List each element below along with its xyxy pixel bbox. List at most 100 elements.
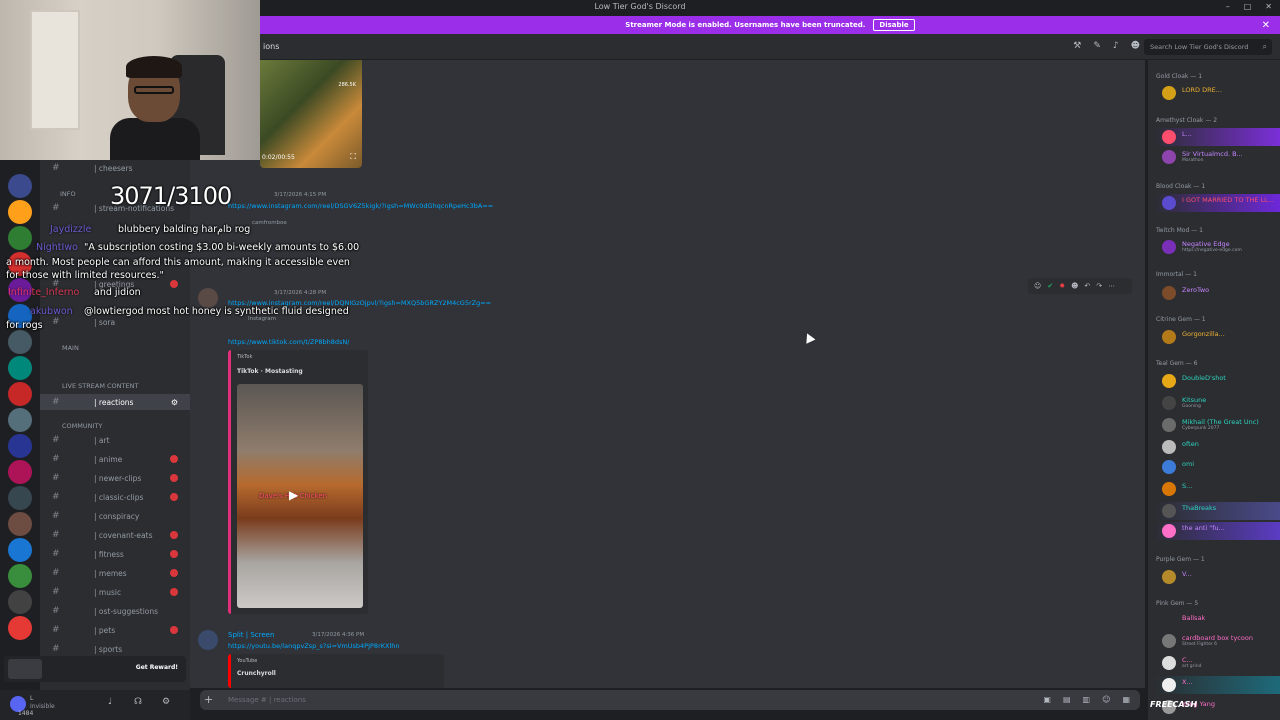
server-icon[interactable] — [8, 382, 32, 406]
channel-sports[interactable]: # | sports — [40, 641, 190, 657]
minimize-icon[interactable]: – — [1226, 2, 1230, 11]
instagram-embed-video[interactable]: 286.5K 0:02/00:55 ⛶ — [260, 60, 362, 168]
message-timestamp: 3/17/2026 4:15 PM — [274, 192, 327, 198]
member-item[interactable]: omi — [1154, 458, 1280, 476]
server-icon[interactable] — [8, 616, 32, 640]
message-link[interactable]: https://www.instagram.com/reel/DSGV6Z5ki… — [228, 202, 493, 210]
member-item[interactable]: often — [1154, 438, 1280, 456]
members-icon[interactable]: ☻ — [1131, 41, 1140, 51]
member-item[interactable]: Negative Edge https://negative-edge.com — [1154, 238, 1280, 256]
gif-icon[interactable]: ▤ — [1063, 695, 1071, 704]
category-live[interactable]: LIVE STREAM CONTENT — [62, 382, 138, 390]
channel-ost-suggestions[interactable]: # | ost-suggestions — [40, 603, 190, 619]
member-item[interactable]: Kitsune Gooning — [1154, 394, 1280, 412]
member-item[interactable]: Sir Virtualmcd. B... Marathon — [1154, 148, 1280, 166]
member-item[interactable]: X... — [1154, 676, 1280, 694]
gift-icon[interactable]: ▣ — [1043, 695, 1051, 704]
channel-fitness[interactable]: # | fitness — [40, 546, 190, 562]
server-icon[interactable] — [8, 356, 32, 380]
embed-title[interactable]: Crunchyroll — [237, 670, 276, 677]
play-icon[interactable]: ▶ — [289, 488, 298, 502]
member-item[interactable]: ThaBreaks — [1154, 502, 1280, 520]
category-main[interactable]: MAIN — [62, 344, 79, 352]
channel-memes[interactable]: # | memes — [40, 565, 190, 581]
member-item[interactable]: S... — [1154, 480, 1280, 498]
bell-icon[interactable]: ♪ — [1113, 41, 1119, 51]
member-item[interactable]: LORD DRE... — [1154, 84, 1280, 102]
member-item[interactable]: C... art grind — [1154, 654, 1280, 672]
disable-button[interactable]: Disable — [873, 19, 915, 31]
channel-music[interactable]: # | music — [40, 584, 190, 600]
reaction-icon[interactable]: ☺ — [1034, 282, 1041, 290]
mic-icon[interactable]: ♩ — [108, 697, 112, 707]
settings-icon[interactable]: ⚙ — [162, 697, 170, 707]
member-item[interactable]: DoubleD'shot — [1154, 372, 1280, 390]
reply-icon[interactable]: ↶ — [1084, 282, 1090, 290]
server-icon[interactable] — [8, 174, 32, 198]
channel-cheesers[interactable]: # | cheesers — [40, 160, 190, 176]
channel-conspiracy[interactable]: # | conspiracy — [40, 508, 190, 524]
pin-icon[interactable]: ✎ — [1093, 41, 1101, 51]
server-icon[interactable] — [8, 434, 32, 458]
forward-icon[interactable]: ↷ — [1096, 282, 1102, 290]
member-item[interactable]: the anti "fu... — [1154, 522, 1280, 540]
channel-art[interactable]: # | art — [40, 432, 190, 448]
settings-icon[interactable]: ⚙ — [171, 398, 178, 407]
fullscreen-icon[interactable]: ⛶ — [350, 152, 356, 162]
server-icon[interactable] — [8, 330, 32, 354]
member-item[interactable]: cardboard box tycoon Street Fighter 6 — [1154, 632, 1280, 650]
server-icon[interactable] — [8, 200, 32, 224]
avatar[interactable] — [198, 288, 218, 308]
hammer-icon[interactable]: ⚒ — [1073, 41, 1081, 51]
tiktok-embed: TikTok TikTok · Mostasting Dave's Hot Ch… — [228, 350, 368, 614]
member-item[interactable]: ZeroTwo — [1154, 284, 1280, 302]
banner-close-icon[interactable]: ✕ — [1262, 20, 1270, 31]
category-community[interactable]: COMMUNITY — [62, 422, 102, 430]
avatar — [1162, 396, 1176, 410]
check-icon[interactable]: ✔ — [1047, 282, 1053, 290]
message-link[interactable]: https://www.tiktok.com/t/ZP8bh8dsN/ — [228, 338, 349, 346]
message-timestamp: 3/17/2026 4:36 PM — [312, 632, 365, 638]
channel-covenant-eats[interactable]: # | covenant-eats — [40, 527, 190, 543]
channel-pets[interactable]: # | pets — [40, 622, 190, 638]
member-item[interactable]: Mikhail (The Great Unc) Cyberpunk 2077 — [1154, 416, 1280, 434]
more-icon[interactable]: ⋯ — [1108, 282, 1115, 290]
headset-icon[interactable]: ☊ — [134, 697, 142, 707]
member-item[interactable]: I GOT MARRIED TO THE LL... — [1154, 194, 1280, 212]
member-item[interactable]: Ballsak — [1154, 612, 1280, 630]
emoji-icon[interactable]: ☺ — [1102, 695, 1110, 704]
server-icon[interactable] — [8, 512, 32, 536]
server-icon[interactable] — [8, 590, 32, 614]
maximize-icon[interactable]: □ — [1244, 2, 1252, 11]
apps-icon[interactable]: ▦ — [1122, 695, 1130, 704]
member-item[interactable]: L... — [1154, 128, 1280, 146]
emoji-icon[interactable]: ☻ — [1071, 282, 1078, 290]
channel-anime[interactable]: # | anime — [40, 451, 190, 467]
reward-banner[interactable]: Get Reward! — [4, 656, 186, 682]
embed-title[interactable]: TikTok · Mostasting — [237, 368, 303, 375]
avatar[interactable] — [198, 630, 218, 650]
close-window-icon[interactable]: ✕ — [1265, 2, 1272, 11]
flame-icon[interactable]: ✸ — [1059, 282, 1065, 290]
server-icon[interactable] — [8, 486, 32, 510]
member-item[interactable]: Gorgonzilla... — [1154, 328, 1280, 346]
overlay-chat-text: @lowtiergod most hot honey is synthetic … — [84, 306, 349, 317]
channel-newer-clips[interactable]: # | newer-clips — [40, 470, 190, 486]
server-icon[interactable] — [8, 460, 32, 484]
server-icon[interactable] — [8, 564, 32, 588]
message-composer[interactable]: + Message # | reactions ▣ ▤ ▥ ☺ ▦ — [200, 690, 1140, 710]
message-link[interactable]: https://youtu.be/lanqpvZsp_s?si=VmUsb4PJ… — [228, 642, 400, 650]
get-reward-button[interactable]: Get Reward! — [136, 664, 178, 671]
channel-reactions[interactable]: # | reactions ⚙ — [40, 394, 190, 410]
category-info[interactable]: INFO — [60, 190, 76, 198]
server-icon[interactable] — [8, 538, 32, 562]
server-icon[interactable] — [8, 226, 32, 250]
sticker-icon[interactable]: ▥ — [1083, 695, 1091, 704]
channel-classic-clips[interactable]: # | classic-clips — [40, 489, 190, 505]
server-icon[interactable] — [8, 408, 32, 432]
tiktok-video-thumbnail[interactable]: Dave's Hot Chicken ▶ — [237, 384, 363, 608]
search-input[interactable]: Search Low Tier God's Discord ⌕ — [1144, 39, 1272, 55]
member-item[interactable]: V... — [1154, 568, 1280, 586]
message-author[interactable]: Split | Screen — [228, 631, 274, 639]
add-attachment-icon[interactable]: + — [204, 693, 213, 706]
